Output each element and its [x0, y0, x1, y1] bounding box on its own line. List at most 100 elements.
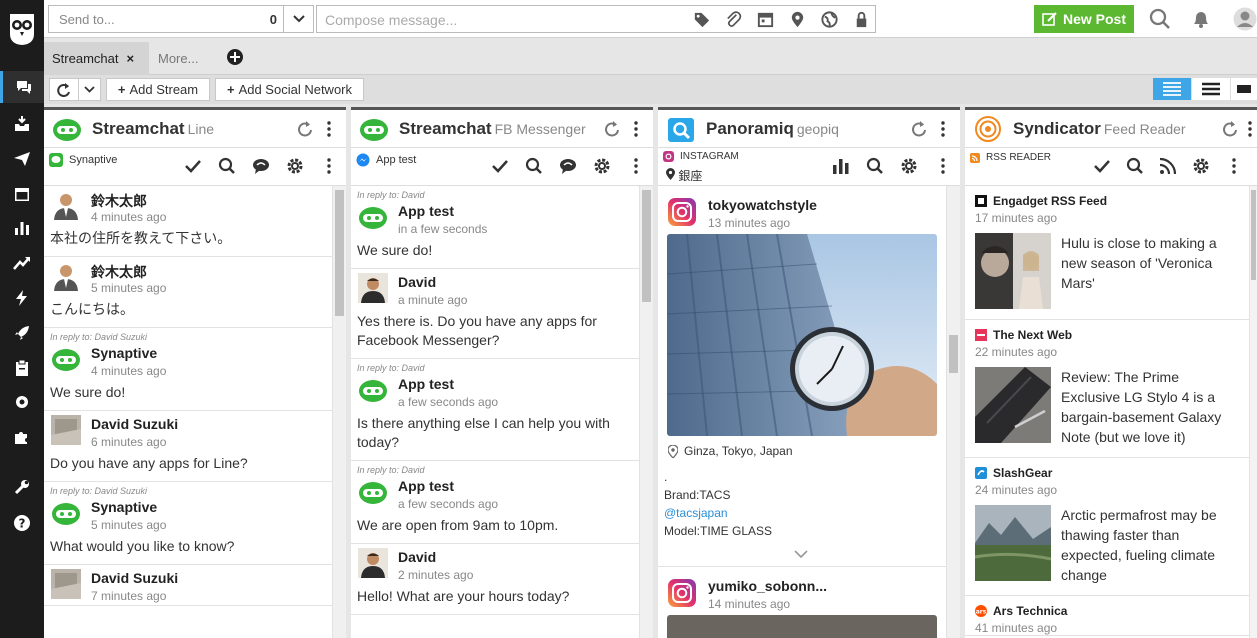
puzzle-nav-icon[interactable] — [0, 421, 44, 453]
feed-item[interactable]: The Next Web 22 minutes ago Review: The … — [965, 320, 1249, 458]
message-item[interactable]: 鈴木太郎 4 minutes ago 本社の住所を教えて下さい。 — [44, 186, 332, 257]
analytics-nav-icon[interactable] — [0, 212, 44, 244]
chat-bubble-icon[interactable] — [252, 157, 270, 175]
message-item[interactable]: In reply to: David App test in a few sec… — [351, 186, 639, 269]
message-item[interactable]: In reply to: David Suzuki Synaptive 5 mi… — [44, 482, 332, 565]
settings-cog-nav-icon[interactable] — [0, 386, 44, 418]
column-scrollbar[interactable] — [332, 186, 346, 638]
publish-nav-icon[interactable] — [0, 143, 44, 175]
scrollbar-thumb[interactable] — [949, 335, 958, 373]
search-icon[interactable] — [1126, 157, 1144, 175]
message-item[interactable]: In reply to: David Suzuki Synaptive 4 mi… — [44, 328, 332, 411]
checkmark-icon[interactable] — [491, 157, 509, 175]
calendar-icon[interactable] — [756, 10, 775, 29]
article-headline[interactable]: Review: The Prime Exclusive LG Stylo 4 i… — [1061, 367, 1239, 447]
more-options-icon[interactable] — [627, 157, 645, 175]
post-photo[interactable] — [667, 234, 937, 436]
message-item[interactable]: David Suzuki 6 minutes ago Do you have a… — [44, 411, 332, 482]
scrollbar-thumb[interactable] — [642, 190, 651, 302]
more-options-icon[interactable] — [629, 120, 643, 138]
feed-item[interactable]: Engadget RSS Feed 17 minutes ago Hulu is… — [965, 186, 1249, 320]
add-tab-plus-icon[interactable] — [225, 47, 245, 67]
view-compact-button[interactable] — [1192, 78, 1230, 100]
more-options-icon[interactable] — [322, 120, 336, 138]
message-item[interactable]: David Suzuki 7 minutes ago — [44, 565, 332, 606]
notification-bell-icon[interactable] — [1190, 8, 1212, 30]
calendar-nav-icon[interactable] — [0, 178, 44, 210]
checkmark-icon[interactable] — [1093, 157, 1111, 175]
view-block-button[interactable] — [1231, 78, 1257, 100]
instagram-post[interactable]: yumiko_sobonn... 14 minutes ago — [658, 567, 946, 638]
caption-mention-link[interactable]: @tacsjapan — [664, 504, 938, 522]
expand-chevron-icon[interactable] — [664, 540, 938, 566]
compose-message-input[interactable]: Compose message... — [316, 5, 876, 33]
column-scrollbar[interactable] — [946, 186, 960, 638]
add-social-network-button[interactable]: + Add Social Network — [215, 78, 364, 101]
trending-nav-icon[interactable] — [0, 247, 44, 279]
more-options-icon[interactable] — [934, 157, 952, 175]
send-to-field[interactable]: Send to... 0 — [48, 5, 314, 33]
lightning-nav-icon[interactable] — [0, 282, 44, 314]
chevron-down-icon[interactable] — [283, 6, 313, 32]
refresh-button[interactable] — [49, 78, 101, 101]
refresh-icon[interactable] — [910, 120, 928, 138]
more-options-icon[interactable] — [1243, 120, 1257, 138]
search-icon[interactable] — [866, 157, 884, 175]
refresh-icon[interactable] — [1221, 120, 1239, 138]
rss-feed-icon[interactable] — [1159, 157, 1177, 175]
more-options-icon[interactable] — [936, 120, 950, 138]
clipboard-nav-icon[interactable] — [0, 352, 44, 384]
more-options-icon[interactable] — [320, 157, 338, 175]
message-item[interactable]: In reply to: David App test a few second… — [351, 461, 639, 544]
chat-bubble-icon[interactable] — [559, 157, 577, 175]
column-scrollbar[interactable] — [639, 186, 653, 638]
tab-more[interactable]: More... — [150, 42, 218, 75]
user-avatar-icon[interactable] — [1233, 7, 1257, 31]
streams-nav-icon[interactable] — [0, 71, 44, 103]
settings-gear-icon[interactable] — [900, 157, 918, 175]
close-icon[interactable]: × — [126, 51, 134, 66]
refresh-chevron-down-icon[interactable] — [78, 79, 100, 100]
search-icon[interactable] — [218, 157, 236, 175]
view-list-wide-button[interactable] — [1153, 78, 1191, 100]
help-nav-icon[interactable]: ? — [0, 507, 44, 539]
wrench-nav-icon[interactable] — [0, 471, 44, 503]
tab-streamchat[interactable]: Streamchat × — [44, 42, 149, 75]
refresh-icon[interactable] — [296, 120, 314, 138]
feed-item[interactable]: SlashGear 24 minutes ago Arctic permafro… — [965, 458, 1249, 596]
scrollbar-thumb[interactable] — [1251, 190, 1256, 280]
refresh-icon[interactable] — [603, 120, 621, 138]
instagram-post[interactable]: tokyowatchstyle 13 minutes ago Ginza, To… — [658, 186, 946, 567]
message-item[interactable]: In reply to: David App test a few second… — [351, 359, 639, 461]
message-item[interactable]: David 2 minutes ago Hello! What are your… — [351, 544, 639, 615]
lock-icon[interactable] — [852, 10, 871, 29]
attachment-icon[interactable] — [724, 10, 743, 29]
search-icon[interactable] — [1149, 8, 1171, 30]
bar-chart-icon[interactable] — [832, 157, 850, 175]
column-scrollbar[interactable] — [1249, 186, 1257, 638]
article-headline[interactable]: Arctic permafrost may be thawing faster … — [1061, 505, 1239, 585]
settings-gear-icon[interactable] — [286, 157, 304, 175]
post-photo[interactable] — [667, 615, 937, 638]
settings-gear-icon[interactable] — [593, 157, 611, 175]
more-options-icon[interactable] — [1225, 157, 1243, 175]
tag-icon[interactable] — [692, 10, 711, 29]
message-body: こんにちは。 — [50, 301, 134, 317]
search-icon[interactable] — [525, 157, 543, 175]
post-location[interactable]: Ginza, Tokyo, Japan — [668, 444, 938, 458]
settings-gear-icon[interactable] — [1192, 157, 1210, 175]
article-headline[interactable]: Hulu is close to making a new season of … — [1061, 233, 1239, 309]
add-stream-button[interactable]: + Add Stream — [106, 78, 210, 101]
globe-icon[interactable] — [820, 10, 839, 29]
location-pin-icon[interactable] — [788, 10, 807, 29]
inbox-nav-icon[interactable] — [0, 108, 44, 140]
new-post-button[interactable]: New Post — [1034, 5, 1134, 33]
feed-item[interactable]: ars Ars Technica 41 minutes ago — [965, 596, 1249, 636]
message-item[interactable]: David a minute ago Yes there is. Do you … — [351, 269, 639, 359]
rocket-nav-icon[interactable] — [0, 317, 44, 349]
scrollbar-thumb[interactable] — [335, 190, 344, 316]
post-author: tokyowatchstyle — [708, 197, 817, 213]
checkmark-icon[interactable] — [184, 157, 202, 175]
message-item[interactable]: 鈴木太郎 5 minutes ago こんにちは。 — [44, 257, 332, 328]
owl-logo-icon[interactable] — [7, 12, 37, 46]
